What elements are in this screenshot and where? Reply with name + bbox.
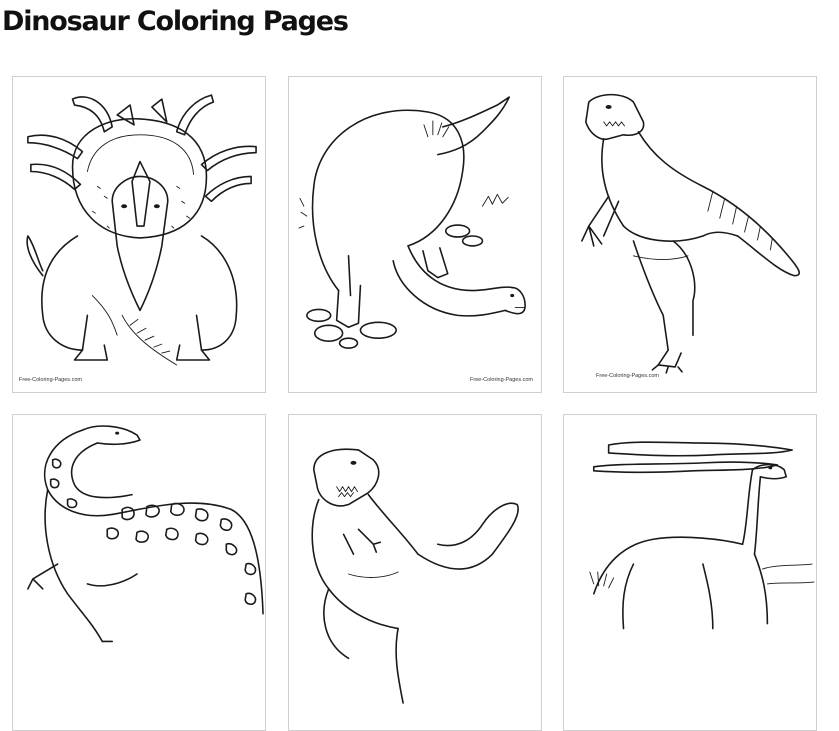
- coloring-page-card-brachiosaurus-grazing[interactable]: Free-Coloring-Pages.com: [288, 76, 542, 393]
- tyrannosaurus-drawing: [311, 448, 519, 704]
- image-credit: Free-Coloring-Pages.com: [19, 377, 82, 383]
- coloring-page-gallery: Free-Coloring-Pages.com Free-Coloring-Pa…: [0, 0, 839, 731]
- image-credit: Free-Coloring-Pages.com: [596, 373, 659, 379]
- brachiosaurus-landscape-drawing: [589, 441, 815, 630]
- coloring-page-card-styracosaurus[interactable]: Free-Coloring-Pages.com: [12, 76, 266, 393]
- brachiosaurus-grazing-drawing: [298, 96, 526, 349]
- allosaurus-drawing: [581, 93, 800, 374]
- image-credit: Free-Coloring-Pages.com: [470, 377, 533, 383]
- coloring-page-card-brachiosaurus-landscape[interactable]: [563, 414, 817, 731]
- coloring-page-card-allosaurus[interactable]: Free-Coloring-Pages.com: [563, 76, 817, 393]
- coloring-page-card-tyrannosaurus[interactable]: [288, 414, 542, 731]
- coloring-page-card-spotted-sauropod[interactable]: [12, 414, 266, 731]
- spotted-sauropod-drawing: [27, 425, 264, 643]
- styracosaurus-drawing: [26, 94, 257, 366]
